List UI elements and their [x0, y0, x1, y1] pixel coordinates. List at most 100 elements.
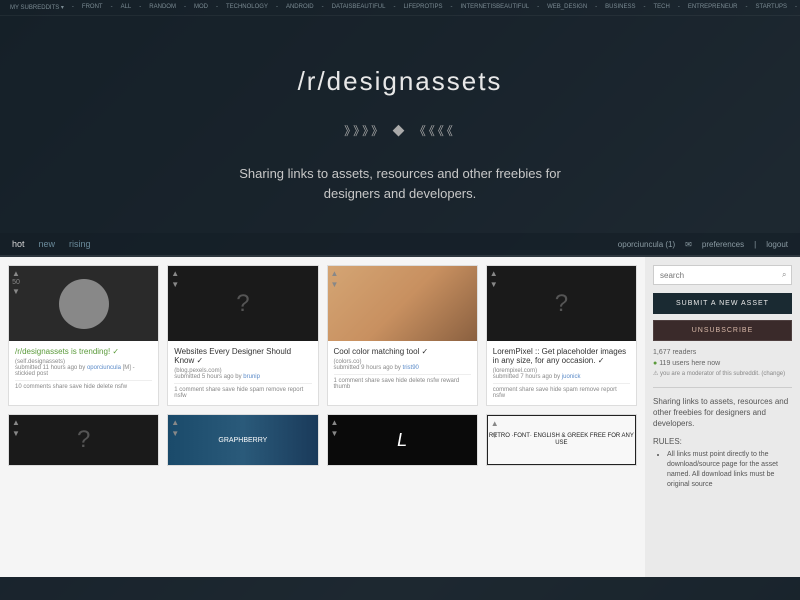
post-thumbnail[interactable]: ?▲▼ [487, 266, 636, 341]
downvote-icon[interactable]: ▼ [331, 429, 339, 438]
vote-widget: ▲▼ [171, 269, 179, 289]
separator: | [754, 240, 756, 249]
nav-link[interactable]: MOD [194, 4, 208, 11]
author-link[interactable]: oporciuncula [87, 365, 121, 371]
upvote-icon[interactable]: ▲ [12, 418, 20, 427]
decorative-divider: 》》》》 ◆ 《《《《 [20, 122, 780, 139]
nav-link[interactable]: ANDROID [286, 4, 314, 11]
post-thumbnail[interactable]: ▲50▼ [9, 266, 158, 341]
nav-link[interactable]: ENTREPRENEUR [688, 4, 738, 11]
upvote-icon[interactable]: ▲ [331, 269, 339, 278]
post-card: ?▲▼LoremPixel :: Get placeholder images … [486, 265, 637, 406]
preferences-link[interactable]: preferences [702, 240, 744, 249]
nav-link[interactable]: LIFEPROTIPS [403, 4, 442, 11]
post-meta: (lorempixel.com)submitted 7 hours ago by… [493, 368, 630, 380]
post-meta: (colors.co)submitted 9 hours ago by tris… [334, 359, 471, 371]
rules-heading: RULES: [653, 437, 792, 446]
sort-new[interactable]: new [39, 239, 56, 249]
upvote-icon[interactable]: ▲ [12, 269, 20, 278]
post-title[interactable]: Websites Every Designer Should Know ✓ [174, 347, 311, 365]
search-box: ⌕ [653, 265, 792, 285]
post-thumbnail[interactable]: ?▲▼ [168, 266, 317, 341]
upvote-icon[interactable]: ▲ [171, 269, 179, 278]
vote-widget: ▲▼ [490, 269, 498, 289]
downvote-icon[interactable]: ▼ [490, 280, 498, 289]
post-card: L▲▼ [327, 414, 478, 466]
vote-widget: ▲▼ [12, 418, 20, 438]
post-title[interactable]: Cool color matching tool ✓ [334, 347, 471, 356]
author-link[interactable]: brunip [243, 374, 260, 380]
submit-button[interactable]: SUBMIT A NEW ASSET [653, 293, 792, 314]
vote-widget: ▲▼ [331, 269, 339, 289]
reader-count: 1,677 readers [653, 349, 792, 356]
sort-bar: hot new rising oporciuncula (1) ✉ preferen… [0, 233, 800, 257]
downvote-icon[interactable]: ▼ [12, 429, 20, 438]
post-thumbnail[interactable]: RETRO ·FONT· ENGLISH & GREEK FREE FOR AN… [487, 415, 636, 465]
nav-link[interactable]: DATAISBEAUTIFUL [332, 4, 386, 11]
post-card: ?▲▼ [8, 414, 159, 466]
author-link[interactable]: trist90 [403, 365, 419, 371]
nav-link[interactable]: TECH [654, 4, 670, 11]
downvote-icon[interactable]: ▼ [171, 280, 179, 289]
post-meta: (blog.pexels.com)submitted 5 hours ago b… [174, 368, 311, 380]
top-nav: MY SUBREDDITS ▾ - FRONT - ALL - RANDOM -… [0, 0, 800, 16]
nav-link[interactable]: INTERNETISBEAUTIFUL [460, 4, 529, 11]
nav-link[interactable]: RANDOM [149, 4, 176, 11]
vote-widget: ▲▼ [331, 418, 339, 438]
nav-link[interactable]: FRONT [82, 4, 103, 11]
downvote-icon[interactable]: ▼ [171, 429, 179, 438]
upvote-icon[interactable]: ▲ [491, 419, 499, 429]
sort-hot[interactable]: hot [12, 239, 25, 249]
post-actions[interactable]: comment share save hide spam remove repo… [493, 383, 630, 399]
post-actions[interactable]: 10 comments share save hide delete nsfw [15, 380, 152, 390]
nav-link[interactable]: TECHNOLOGY [226, 4, 268, 11]
unsubscribe-button[interactable]: UNSUBSCRIBE [653, 320, 792, 341]
post-title[interactable]: /r/designassets is trending! ✓ [15, 347, 152, 356]
nav-link[interactable]: BUSINESS [605, 4, 635, 11]
moderator-note: ⚠ you are a moderator of this subreddit.… [653, 371, 792, 379]
search-input[interactable] [654, 266, 776, 284]
logout-link[interactable]: logout [766, 240, 788, 249]
post-meta: (self.designassets)submitted 11 hours ag… [15, 359, 152, 377]
post-thumbnail[interactable]: ▲▼ [328, 266, 477, 341]
post-card: GRAPHBERRY▲▼ [167, 414, 318, 466]
post-thumbnail[interactable]: L▲▼ [328, 415, 477, 465]
downvote-icon[interactable]: ▼ [331, 280, 339, 289]
nav-link[interactable]: ALL [121, 4, 132, 11]
vote-widget: ▲▼ [491, 419, 499, 440]
vote-widget: ▲▼ [171, 418, 179, 438]
vote-score: 50 [12, 279, 20, 286]
rules-list: All links must point directly to the dow… [653, 450, 792, 489]
vote-widget: ▲50▼ [12, 269, 20, 296]
tagline: Sharing links to assets, resources and o… [220, 164, 580, 203]
nav-link[interactable]: STARTUPS [756, 4, 787, 11]
post-thumbnail[interactable]: ?▲▼ [9, 415, 158, 465]
nav-link[interactable]: WEB_DESIGN [547, 4, 587, 11]
post-actions[interactable]: 1 comment share save hide delete nsfw re… [334, 374, 471, 390]
hero: /r/designassets 》》》》 ◆ 《《《《 Sharing link… [0, 16, 800, 233]
post-card: ▲50▼ /r/designassets is trending! ✓ (self.… [8, 265, 159, 406]
rule-item: All links must point directly to the dow… [667, 450, 792, 489]
author-link[interactable]: juonick [562, 374, 581, 380]
sidebar: ⌕ SUBMIT A NEW ASSET UNSUBSCRIBE 1,677 r… [645, 257, 800, 577]
search-icon[interactable]: ⌕ [776, 266, 792, 284]
nav-link[interactable]: MY SUBREDDITS ▾ [10, 4, 64, 11]
post-grid: ▲50▼/r/designassets is trending! ✓(self.… [0, 257, 645, 577]
subreddit-title: /r/designassets [20, 66, 780, 97]
upvote-icon[interactable]: ▲ [331, 418, 339, 427]
upvote-icon[interactable]: ▲ [490, 269, 498, 278]
online-count: ● 119 users here now [653, 360, 792, 367]
username-link[interactable]: oporciuncula (1) [618, 240, 675, 249]
upvote-icon[interactable]: ▲ [171, 418, 179, 427]
post-actions[interactable]: 1 comment share save hide spam remove re… [174, 383, 311, 399]
downvote-icon[interactable]: ▼ [12, 287, 20, 296]
post-card: ▲▼Cool color matching tool ✓(colors.co)s… [327, 265, 478, 406]
sidebar-description: Sharing links to assets, resources and o… [653, 387, 792, 430]
post-title[interactable]: LoremPixel :: Get placeholder images in … [493, 347, 630, 365]
sort-rising[interactable]: rising [69, 239, 91, 249]
downvote-icon[interactable]: ▼ [491, 431, 499, 441]
post-card: RETRO ·FONT· ENGLISH & GREEK FREE FOR AN… [486, 414, 637, 466]
mail-icon[interactable]: ✉ [685, 240, 692, 249]
post-card: ?▲▼Websites Every Designer Should Know ✓… [167, 265, 318, 406]
post-thumbnail[interactable]: GRAPHBERRY▲▼ [168, 415, 317, 465]
